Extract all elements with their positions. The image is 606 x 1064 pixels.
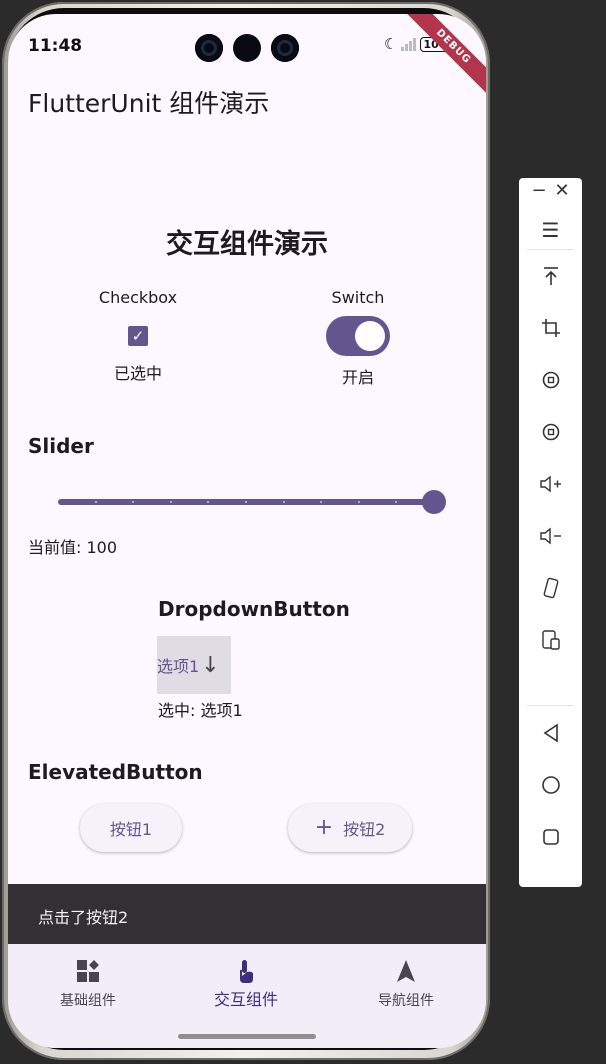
nav-label-interactive: 交互组件: [213, 990, 278, 1009]
button-1[interactable]: 按钮1: [80, 804, 182, 852]
snackbar-message: 点击了按钮2: [38, 908, 129, 927]
dropdown-selected-value: 选项1: [157, 657, 200, 676]
dropdown-button[interactable]: 选项1 ↓: [157, 636, 231, 694]
snackbar: 点击了按钮2: [8, 884, 486, 944]
checkbox-state-text: 已选中: [113, 364, 162, 383]
nav-item-interactive[interactable]: 交互组件: [186, 958, 306, 1010]
volume-down-icon[interactable]: [519, 520, 582, 552]
switch-toggle[interactable]: [326, 316, 390, 356]
signal-icon: [401, 37, 417, 51]
camera-lens-icon: [195, 34, 223, 62]
slider-track[interactable]: [58, 499, 434, 505]
toolbar-divider: [527, 705, 574, 706]
dropdown-selected-text: 选中: 选项1: [158, 701, 243, 720]
emulator-toolbar: − ✕ ☰: [519, 178, 582, 887]
switch-group: Switch 开启: [288, 288, 428, 388]
slider-value-text: 当前值: 100: [28, 538, 118, 557]
switch-state-text: 开启: [341, 368, 374, 387]
section-title: 交互组件演示: [166, 229, 328, 260]
checkbox-group: Checkbox ✓ 已选中: [68, 288, 208, 384]
slider-tick: [169, 501, 172, 503]
widgets-icon: [28, 958, 148, 984]
pin-top-icon[interactable]: [519, 260, 582, 292]
slider-tick: [282, 501, 285, 503]
switch-label: Switch: [331, 288, 385, 307]
slider-tick: [132, 501, 135, 503]
menu-icon[interactable]: ☰: [519, 214, 582, 246]
rotate-right-icon[interactable]: [519, 416, 582, 448]
phone-screen: 11:48 ☾ 100 DEBUG FlutterUnit 组件演示 交互组件演…: [8, 14, 486, 1048]
touch-app-icon: [186, 958, 306, 984]
bottom-navigation-bar: 基础组件 交互组件 导航组件: [8, 944, 486, 1048]
home-indicator[interactable]: [178, 1034, 316, 1039]
button-1-label: 按钮1: [109, 820, 153, 839]
nav-label-navigation: 导航组件: [378, 993, 434, 1009]
check-icon: ✓: [131, 327, 145, 345]
home-icon[interactable]: [519, 769, 582, 801]
slider-thumb[interactable]: [422, 490, 446, 514]
button-2-label: 按钮2: [343, 820, 386, 839]
switch-thumb: [355, 321, 385, 351]
slider-tick: [245, 501, 247, 503]
slider-heading: Slider: [28, 434, 94, 458]
rotate-left-icon[interactable]: [519, 364, 582, 396]
slider-tick: [207, 501, 210, 503]
plus-icon: +: [314, 815, 334, 840]
checkbox-label: Checkbox: [98, 288, 178, 307]
slider-tick: [395, 501, 398, 503]
status-time: 11:48: [28, 36, 83, 56]
nav-item-navigation[interactable]: 导航组件: [346, 958, 466, 1010]
volume-up-icon[interactable]: [519, 468, 582, 500]
camera-sensor-icon: [233, 34, 261, 62]
navigation-icon: [346, 958, 466, 984]
slider-tick: [320, 501, 323, 503]
screenshot-icon[interactable]: [519, 624, 582, 656]
camera-lens-icon: [271, 34, 299, 62]
elevated-button-heading: ElevatedButton: [28, 760, 203, 784]
dropdown-heading: DropdownButton: [158, 597, 350, 621]
arrow-down-icon: ↓: [201, 652, 220, 678]
close-icon[interactable]: ✕: [552, 180, 572, 204]
crop-icon[interactable]: [519, 312, 582, 344]
overview-icon[interactable]: [519, 821, 582, 853]
moon-icon: ☾: [384, 35, 398, 53]
toolbar-divider: [527, 249, 574, 250]
slider-tick: [94, 501, 97, 503]
nav-item-basic[interactable]: 基础组件: [28, 958, 148, 1010]
button-2[interactable]: + 按钮2: [288, 804, 412, 852]
back-icon[interactable]: [519, 717, 582, 749]
checkbox[interactable]: ✓: [128, 326, 148, 346]
nav-label-basic: 基础组件: [60, 993, 116, 1009]
shake-icon[interactable]: [519, 572, 582, 604]
minimize-icon[interactable]: −: [529, 180, 549, 204]
app-bar-title: FlutterUnit 组件演示: [28, 89, 270, 118]
slider-tick: [357, 501, 360, 503]
